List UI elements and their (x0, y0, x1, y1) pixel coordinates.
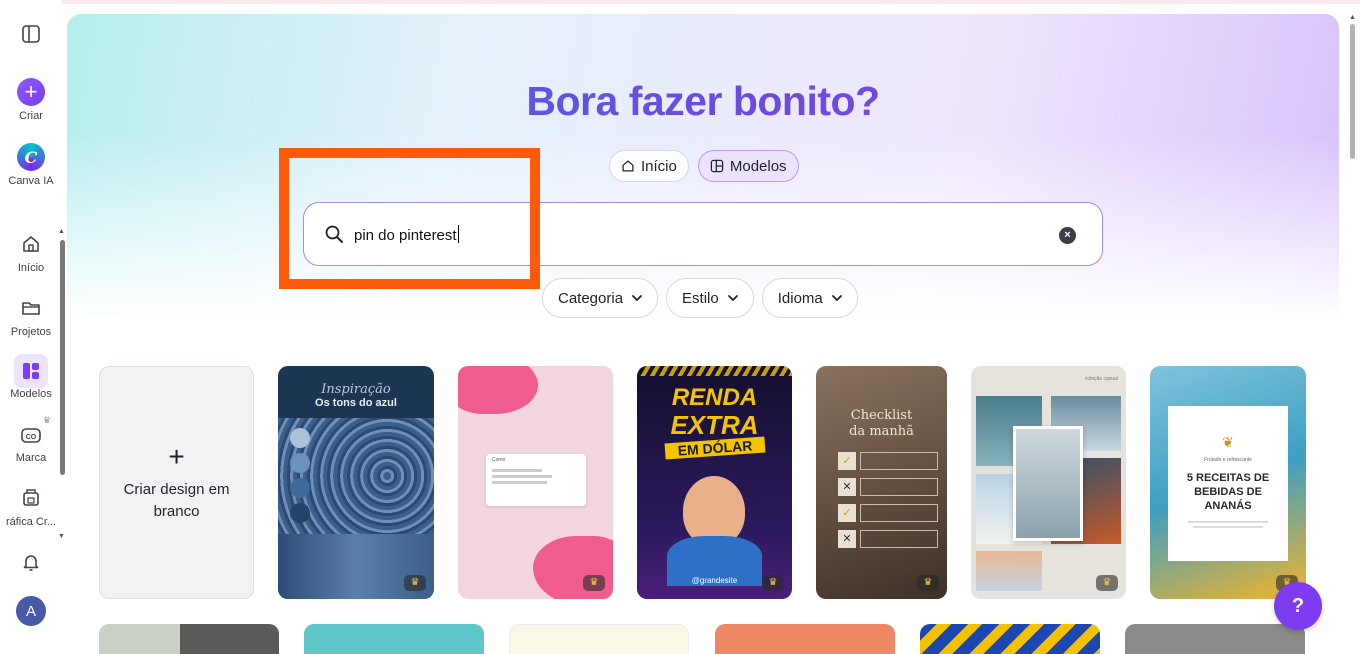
tab-inicio[interactable]: Início (609, 150, 689, 182)
templates-icon (14, 354, 48, 388)
sidebar-item-label: Criar (19, 110, 43, 122)
premium-crown-icon: ♛ (917, 575, 939, 591)
pink-blob (458, 366, 538, 414)
page-scrollbar[interactable]: ▲ (1347, 14, 1357, 643)
chevron-down-icon (831, 295, 842, 302)
canva-ai-icon: C (17, 143, 45, 171)
folder-icon (17, 294, 45, 322)
sidebar-scrollbar[interactable]: ▲ ▼ (58, 228, 66, 540)
filter-categoria[interactable]: Categoria (542, 278, 659, 318)
template-heading: 5 RECEITAS DE BEBIDAS DE ANANÁS (1186, 472, 1270, 512)
sidebar-item-label: Início (17, 262, 45, 274)
filter-bar: Categoria Estilo Idioma (542, 278, 858, 318)
annotation-highlight-box (279, 148, 540, 289)
sidebar-item-inicio[interactable]: Início (0, 230, 62, 274)
sidebar-item-criar[interactable]: + Criar (0, 78, 62, 122)
sidebar-item-label: ráfica Cr... (5, 516, 57, 528)
mock-search-box: Como (486, 454, 586, 506)
template-card[interactable] (1125, 624, 1305, 654)
page-title: Bora fazer bonito? (67, 78, 1339, 125)
template-heading: Checklist (850, 408, 913, 423)
template-card[interactable]: coleção casual ♛ (971, 366, 1126, 599)
template-card[interactable] (99, 624, 279, 654)
sidebar-item-canva-ia[interactable]: C Canva IA (0, 143, 62, 187)
premium-crown-icon: ♛ (762, 575, 784, 591)
home-icon (622, 160, 634, 172)
chevron-down-icon (632, 295, 642, 302)
help-icon: ? (1291, 594, 1305, 617)
filter-label: Idioma (777, 289, 823, 307)
template-card[interactable] (509, 624, 689, 654)
bell-icon (17, 548, 45, 576)
template-card[interactable] (304, 624, 484, 654)
template-subheading: da manhã (849, 424, 914, 439)
home-icon (17, 230, 45, 258)
sidebar-scroll-thumb[interactable] (60, 240, 65, 475)
brand-icon: CO ♛ (17, 415, 51, 448)
clear-search-button[interactable]: × (1059, 227, 1076, 244)
template-caption: coleção casual (1084, 376, 1118, 382)
crown-icon: ♛ (42, 415, 51, 425)
recipe-panel: ❦ Frutado e refrescante 5 RECEITAS DE BE… (1168, 406, 1288, 561)
pineapple-icon: ❦ (1222, 434, 1234, 450)
template-card[interactable] (715, 624, 895, 654)
sidebar-item-label: Marca (15, 452, 47, 464)
sidebar-item-modelos[interactable]: Modelos (0, 354, 62, 400)
plus-icon: + (168, 440, 185, 472)
template-card[interactable] (920, 624, 1100, 654)
template-heading: Inspiração (321, 382, 391, 397)
sidebar-item-label: Canva IA (8, 175, 54, 187)
premium-crown-icon: ♛ (583, 575, 605, 591)
sidebar-item-grafica[interactable]: ráfica Cr... (0, 484, 62, 528)
sidebar-item-label: Projetos (10, 326, 52, 338)
template-subheading: Os tons do azul (315, 397, 397, 409)
template-card[interactable]: Checklist da manhã ✓ ✕ ✓ ✕ ♛ (816, 366, 947, 599)
template-card[interactable]: ❦ Frutado e refrescante 5 RECEITAS DE BE… (1150, 366, 1306, 599)
premium-crown-icon: ♛ (1096, 575, 1118, 591)
template-card[interactable]: RENDA EXTRA EM DÓLAR @grandesite ♛ (637, 366, 792, 599)
filter-idioma[interactable]: Idioma (761, 278, 858, 318)
left-sidebar: + Criar C Canva IA Início Projetos Model… (0, 0, 65, 643)
mock-search-caption: Como (492, 457, 506, 463)
sidebar-toggle-button[interactable] (0, 20, 62, 48)
template-card[interactable]: Inspiração Os tons do azul ♛ (278, 366, 434, 599)
tab-label: Início (641, 157, 677, 175)
account-button[interactable]: A (0, 596, 62, 626)
tab-modelos[interactable]: Modelos (697, 150, 799, 182)
sidebar-item-projetos[interactable]: Projetos (0, 294, 62, 338)
premium-crown-icon: ♛ (404, 575, 426, 591)
template-card[interactable]: Como ♛ (458, 366, 613, 599)
sidebar-item-marca[interactable]: CO ♛ Marca (0, 415, 62, 464)
plus-icon: + (17, 78, 45, 106)
scroll-up-icon[interactable]: ▲ (58, 228, 65, 235)
print-icon (17, 484, 45, 512)
panel-toggle-icon (17, 20, 45, 48)
create-blank-design-card[interactable]: + Criar design em branco (99, 366, 254, 599)
template-caption: Frutado e refrescante (1204, 457, 1252, 463)
checklist: ✓ ✕ ✓ ✕ (838, 452, 938, 548)
tab-label: Modelos (729, 157, 787, 175)
svg-text:CO: CO (26, 434, 37, 441)
template-heading: EXTRA (670, 410, 759, 440)
color-swatches (290, 428, 310, 523)
help-button[interactable]: ? (1274, 582, 1322, 630)
scroll-down-icon[interactable]: ▼ (58, 533, 65, 540)
main-panel: Bora fazer bonito? Início Modelos pin do… (67, 14, 1339, 654)
scroll-up-icon[interactable]: ▲ (1349, 14, 1356, 21)
page-scroll-thumb[interactable] (1350, 24, 1355, 159)
blank-card-label: Criar design em branco (123, 480, 230, 520)
close-icon: × (1064, 229, 1071, 241)
avatar: A (16, 596, 46, 626)
chevron-down-icon (727, 295, 738, 302)
filter-label: Estilo (682, 289, 719, 307)
hero-tabs: Início Modelos (609, 150, 799, 182)
sidebar-item-label: Modelos (10, 388, 52, 400)
filter-estilo[interactable]: Estilo (666, 278, 754, 318)
top-border (0, 0, 1360, 4)
filter-label: Categoria (558, 289, 624, 307)
notifications-button[interactable] (0, 548, 62, 576)
template-heading: RENDA (671, 384, 758, 411)
templates-icon (710, 159, 724, 173)
